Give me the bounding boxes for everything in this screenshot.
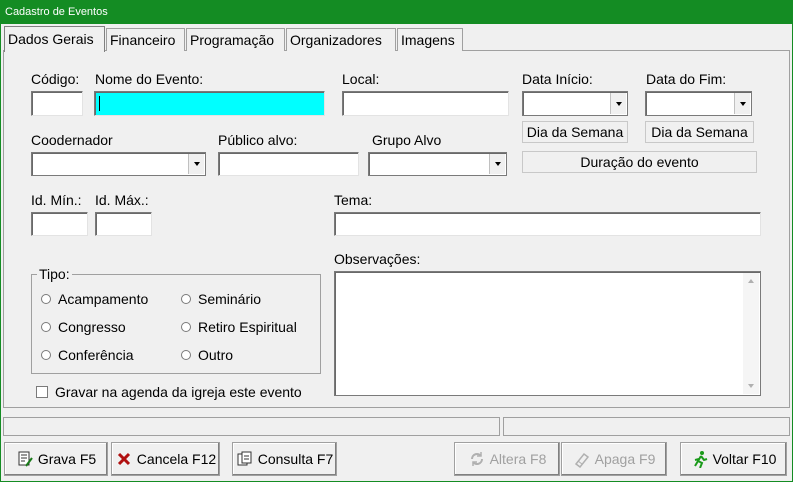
dia-semana-inicio: Dia da Semana — [522, 121, 628, 143]
altera-button[interactable]: Altera F8 — [454, 442, 560, 476]
observacoes-scrollbar[interactable] — [743, 273, 759, 394]
observacoes-textarea[interactable] — [334, 271, 761, 396]
tipo-label: Tipo: — [37, 266, 72, 282]
chevron-down-icon[interactable] — [489, 154, 505, 174]
tab-financeiro[interactable]: Financeiro — [106, 28, 185, 51]
tab-organizadores[interactable]: Organizadores — [286, 28, 396, 51]
tema-label: Tema: — [334, 192, 373, 208]
codigo-input[interactable] — [31, 91, 83, 116]
duracao-evento: Duração do evento — [522, 151, 757, 173]
gravar-agenda-label: Gravar na agenda da igreja este evento — [55, 384, 302, 400]
data-fim-label: Data do Fim: — [646, 71, 727, 87]
grupo-alvo-select[interactable] — [368, 152, 507, 176]
chevron-down-icon[interactable] — [610, 93, 626, 114]
codigo-label: Código: — [31, 71, 80, 87]
data-fim-picker[interactable] — [645, 91, 752, 116]
query-icon — [236, 450, 254, 468]
data-inicio-label: Data Início: — [522, 71, 593, 87]
altera-label: Altera F8 — [489, 451, 547, 467]
publico-alvo-label: Público alvo: — [218, 132, 298, 148]
option-seminario-label: Seminário — [198, 291, 262, 307]
local-label: Local: — [342, 71, 380, 87]
apaga-button[interactable]: Apaga F9 — [561, 442, 667, 476]
local-input[interactable] — [342, 91, 509, 116]
dia-semana-fim: Dia da Semana — [645, 121, 754, 143]
refresh-icon — [468, 450, 486, 468]
consulta-button[interactable]: Consulta F7 — [232, 442, 337, 476]
tab-programacao[interactable]: Programação — [186, 28, 285, 51]
coordenador-label: Coodernador — [31, 132, 113, 148]
id-min-label: Id. Mín.: — [31, 192, 82, 208]
option-acampamento-label: Acampamento — [58, 291, 149, 307]
id-min-input[interactable] — [31, 212, 88, 236]
cancela-label: Cancela F12 — [136, 451, 217, 467]
option-retiro-label: Retiro Espiritual — [198, 319, 297, 335]
chevron-down-icon[interactable] — [188, 154, 204, 174]
window-border-left — [0, 24, 1, 482]
option-congresso-label: Congresso — [58, 319, 126, 335]
coordenador-select[interactable] — [31, 152, 206, 176]
radio-congresso[interactable] — [41, 322, 51, 332]
radio-conferencia[interactable] — [41, 350, 51, 360]
gravar-agenda-checkbox[interactable] — [36, 386, 48, 398]
eraser-icon — [573, 450, 591, 468]
publico-alvo-input[interactable] — [218, 152, 359, 176]
tab-dados-gerais[interactable]: Dados Gerais — [4, 26, 105, 52]
cancela-button[interactable]: Cancela F12 — [111, 442, 220, 476]
voltar-label: Voltar F10 — [712, 451, 777, 467]
chevron-down-icon[interactable] — [734, 93, 750, 114]
grava-button[interactable]: Grava F5 — [4, 442, 108, 476]
scroll-up-icon[interactable] — [748, 279, 754, 283]
data-inicio-picker[interactable] — [522, 91, 628, 116]
id-max-label: Id. Máx.: — [95, 192, 149, 208]
exit-runner-icon — [691, 450, 709, 468]
radio-retiro-espiritual[interactable] — [181, 322, 191, 332]
id-max-input[interactable] — [95, 212, 152, 236]
voltar-button[interactable]: Voltar F10 — [680, 442, 787, 476]
status-panel-left — [3, 417, 500, 436]
nome-evento-label: Nome do Evento: — [95, 71, 204, 87]
option-outro-label: Outro — [198, 347, 234, 363]
radio-outro[interactable] — [181, 350, 191, 360]
scroll-down-icon[interactable] — [748, 384, 754, 388]
consulta-label: Consulta F7 — [257, 451, 334, 467]
nome-evento-input[interactable] — [94, 91, 325, 116]
status-panel-right — [503, 417, 790, 436]
radio-seminario[interactable] — [181, 294, 191, 304]
apaga-label: Apaga F9 — [594, 451, 656, 467]
radio-acampamento[interactable] — [41, 294, 51, 304]
option-conferencia-label: Conferência — [58, 347, 134, 363]
window-title: Cadastro de Eventos — [0, 0, 793, 24]
tab-imagens[interactable]: Imagens — [397, 28, 463, 51]
save-icon — [16, 450, 34, 468]
close-icon — [115, 450, 133, 468]
text-cursor — [99, 96, 100, 111]
grupo-alvo-label: Grupo Alvo — [372, 132, 442, 148]
observacoes-label: Observações: — [334, 251, 421, 267]
grava-label: Grava F5 — [37, 451, 97, 467]
tema-input[interactable] — [334, 212, 761, 236]
